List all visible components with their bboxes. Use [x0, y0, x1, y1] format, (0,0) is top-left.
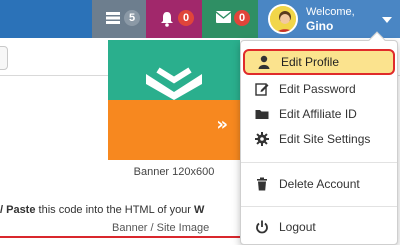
avatar — [268, 4, 298, 34]
menu-item-edit-site-settings[interactable]: Edit Site Settings — [241, 126, 397, 152]
caret-down-icon — [382, 17, 392, 23]
collapse-tab[interactable] — [0, 46, 8, 70]
menu-item-edit-password[interactable]: Edit Password — [241, 76, 397, 102]
double-chevron-icon: » — [216, 114, 228, 135]
menu-label-edit-profile: Edit Profile — [281, 55, 340, 69]
instruction-body: this code into the HTML of your — [35, 204, 195, 216]
notifications-badge: 0 — [178, 10, 194, 26]
menu-label-delete-account: Delete Account — [279, 177, 360, 191]
server-icon — [106, 12, 120, 24]
stats-tile[interactable]: 5 — [92, 0, 146, 38]
menu-divider — [241, 162, 397, 163]
instruction-text: / Paste this code into the HTML of your … — [0, 204, 204, 216]
banner-site-image-caption: Banner / Site Image — [112, 222, 210, 234]
red-divider — [0, 236, 240, 238]
envelope-icon — [216, 11, 231, 23]
instruction-tail: W — [194, 204, 205, 216]
edit-icon — [255, 83, 269, 96]
menu-label-logout: Logout — [279, 220, 316, 234]
username: Gino — [306, 19, 334, 33]
notifications-tile[interactable]: 0 — [146, 0, 202, 38]
gear-icon — [255, 132, 269, 146]
messages-badge: 0 — [234, 10, 250, 26]
menu-label-edit-site-settings: Edit Site Settings — [279, 132, 371, 146]
power-icon — [256, 220, 268, 234]
menu-item-logout[interactable]: Logout — [241, 214, 397, 240]
menu-label-edit-affiliate-id: Edit Affiliate ID — [279, 107, 357, 121]
bell-icon — [161, 12, 173, 27]
menu-item-edit-affiliate-id[interactable]: Edit Affiliate ID — [241, 101, 397, 127]
folder-icon — [255, 110, 269, 119]
welcome-text: Welcome, — [306, 6, 355, 18]
user-icon — [258, 55, 270, 69]
banner-top-panel — [108, 40, 240, 100]
stats-badge: 5 — [124, 10, 140, 26]
menu-label-edit-password: Edit Password — [279, 82, 356, 96]
menu-divider — [241, 206, 397, 207]
banner-caption: Banner 120x600 — [133, 166, 215, 178]
chevron-down-icon — [146, 67, 202, 100]
menu-item-edit-profile[interactable]: Edit Profile — [243, 49, 395, 75]
top-navbar: 5 0 0 Welcome, Gino — [0, 0, 400, 38]
messages-tile[interactable]: 0 — [202, 0, 258, 38]
instruction-bold: / Paste — [0, 204, 36, 216]
banner-preview: » — [108, 40, 240, 160]
user-dropdown-menu: Edit Profile Edit Password Edit Affiliat… — [240, 31, 398, 245]
trash-icon — [257, 177, 267, 191]
menu-item-delete-account[interactable]: Delete Account — [241, 171, 397, 197]
